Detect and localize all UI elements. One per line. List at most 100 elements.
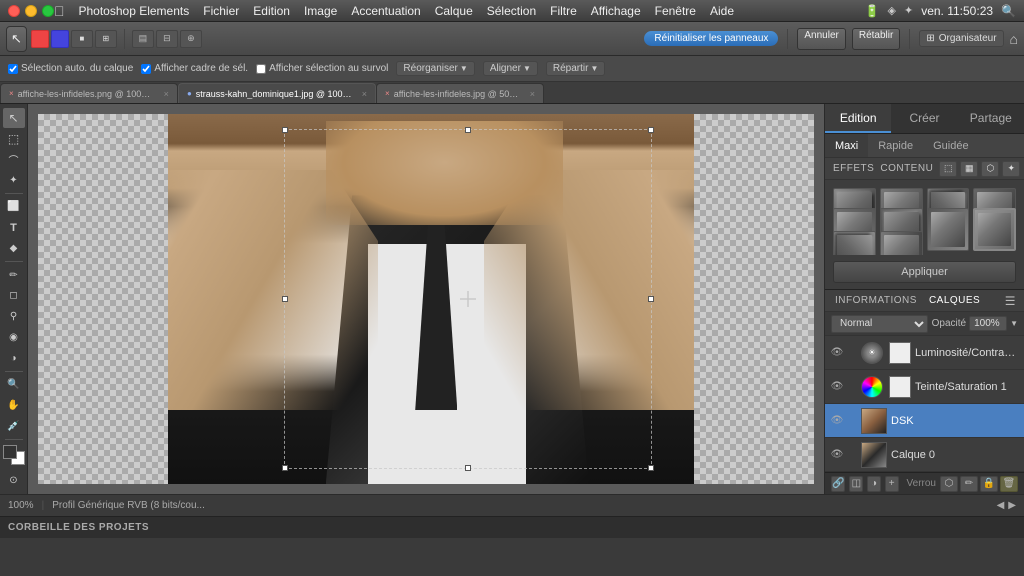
toolbar-color-red[interactable]: [31, 30, 49, 48]
tab-strauss[interactable]: ● strauss-kahn_dominique1.jpg @ 100% (Ca…: [178, 83, 376, 103]
aligner-btn[interactable]: Aligner▼: [483, 61, 538, 76]
filtre-menu[interactable]: Filtre: [550, 4, 577, 18]
lock-image-btn[interactable]: ✏: [960, 476, 978, 492]
close-button[interactable]: [8, 5, 20, 17]
tab-close-3[interactable]: ×: [530, 89, 535, 99]
link-layers-btn[interactable]: 🔗: [831, 476, 845, 492]
dodge-tool[interactable]: ◑: [3, 348, 25, 368]
afficher-selection-check[interactable]: Afficher sélection au survol: [256, 63, 388, 74]
fenetre-menu[interactable]: Fenêtre: [655, 4, 696, 18]
repartir-btn[interactable]: Répartir▼: [546, 61, 606, 76]
clone-tool[interactable]: ⚲: [3, 307, 25, 327]
lasso-tool[interactable]: ⌒: [3, 150, 25, 170]
image-menu[interactable]: Image: [304, 4, 337, 18]
minimize-button[interactable]: [25, 5, 37, 17]
annuler-btn[interactable]: Annuler: [797, 28, 845, 50]
accentuation-menu[interactable]: Accentuation: [351, 4, 420, 18]
zoom-tool[interactable]: 🔍: [3, 375, 25, 395]
tab-close-1[interactable]: ×: [164, 89, 169, 99]
status-scroll-right[interactable]: ▶: [1008, 500, 1016, 511]
edition-menu[interactable]: Edition: [253, 4, 290, 18]
blur-tool[interactable]: ◉: [3, 328, 25, 348]
marquee-tool[interactable]: ⬚: [3, 129, 25, 149]
affichage-menu[interactable]: Affichage: [591, 4, 641, 18]
lock-all-btn[interactable]: 🔒: [980, 476, 998, 492]
hand-tool[interactable]: ✋: [3, 396, 25, 416]
select-tool[interactable]: ↖: [3, 108, 25, 128]
magic-wand-tool[interactable]: ✦: [3, 170, 25, 190]
status-scroll-left[interactable]: ◀: [997, 500, 1005, 511]
fichier-menu[interactable]: Fichier: [203, 4, 239, 18]
subtab-rapide[interactable]: Rapide: [868, 134, 923, 157]
canvas-area[interactable]: [28, 104, 824, 494]
effects-icon-1[interactable]: ⬚: [939, 161, 957, 177]
layer-vis-4[interactable]: 👁: [831, 449, 843, 461]
organisateur-btn[interactable]: ⊞ Organisateur: [919, 30, 1003, 47]
tab-affiche-1[interactable]: × affiche-les-infideles.png @ 100% (DSK,…: [0, 83, 178, 103]
effects-icon-4[interactable]: ✦: [1002, 161, 1020, 177]
subtab-maxi[interactable]: Maxi: [825, 134, 868, 157]
color-swatches[interactable]: [3, 445, 25, 465]
informations-tab[interactable]: INFORMATIONS: [833, 295, 919, 306]
selection-auto-checkbox[interactable]: [8, 64, 18, 74]
biseau-8[interactable]: [973, 208, 1016, 251]
effects-icon-3[interactable]: ⬡: [981, 161, 999, 177]
calques-tab[interactable]: CALQUES: [927, 295, 982, 306]
quick-mask-tool[interactable]: ⊙: [3, 470, 25, 490]
maximize-button[interactable]: [42, 5, 54, 17]
appliquer-btn[interactable]: Appliquer: [833, 261, 1016, 283]
layer-vis-3[interactable]: 👁: [831, 415, 843, 427]
tab-partage[interactable]: Partage: [958, 104, 1024, 133]
calque-menu[interactable]: Calque: [435, 4, 473, 18]
home-icon[interactable]: ⌂: [1010, 31, 1018, 47]
layer-teinte[interactable]: 👁 Teinte/Saturation 1: [825, 370, 1024, 404]
layers-menu-icon[interactable]: ☰: [1005, 294, 1016, 308]
layer-calque0[interactable]: 👁 Calque 0: [825, 438, 1024, 472]
delete-layer-btn[interactable]: 🗑: [1000, 476, 1018, 492]
canvas-image[interactable]: [168, 114, 694, 484]
type-tool[interactable]: T: [3, 218, 25, 238]
layer-vis-1[interactable]: 👁: [831, 347, 843, 359]
retablir-btn[interactable]: Rétablir: [852, 28, 900, 50]
selection-menu[interactable]: Sélection: [487, 4, 536, 18]
toolbar-btn-b[interactable]: ⊟: [156, 30, 178, 48]
layer-dsk[interactable]: 👁 DSK: [825, 404, 1024, 438]
biseau-10[interactable]: [880, 231, 923, 255]
foreground-color[interactable]: [3, 445, 17, 459]
toolbar-btn-a[interactable]: ▤: [132, 30, 154, 48]
subtab-guidee[interactable]: Guidée: [923, 134, 978, 157]
tab-edition[interactable]: Edition: [825, 104, 891, 133]
new-group-btn[interactable]: ◫: [849, 476, 863, 492]
app-menu-item[interactable]: Photoshop Elements: [79, 4, 190, 18]
toolbar-color-blue[interactable]: [51, 30, 69, 48]
reinitialiser-panneaux-btn[interactable]: Réinitialiser les panneaux: [644, 31, 778, 46]
toolbar-option1[interactable]: ■: [71, 30, 93, 48]
shape-tool[interactable]: ◆: [3, 239, 25, 259]
toolbar-move-tool[interactable]: ↖: [6, 26, 27, 52]
tab-affiche-2[interactable]: × affiche-les-infideles.jpg @ 50% (RVB/8…: [376, 83, 544, 103]
layer-luminosite[interactable]: 👁 ☀ Luminosité/Contraste 1: [825, 336, 1024, 370]
tab-creer[interactable]: Créer: [891, 104, 957, 133]
selection-auto-check[interactable]: Sélection auto. du calque: [8, 63, 133, 74]
effects-icon-2[interactable]: ▦: [960, 161, 978, 177]
toolbar-btn-c[interactable]: ⊕: [180, 30, 202, 48]
crop-tool[interactable]: ⬜: [3, 197, 25, 217]
biseau-7[interactable]: [927, 208, 970, 251]
new-layer-btn[interactable]: +: [885, 476, 899, 492]
blend-mode-select[interactable]: Normal: [831, 315, 928, 333]
layer-vis-2[interactable]: 👁: [831, 381, 843, 393]
tab-close-2[interactable]: ×: [362, 89, 367, 99]
reorganiser-btn[interactable]: Réorganiser▼: [396, 61, 474, 76]
eyedrop-tool[interactable]: 💉: [3, 417, 25, 437]
afficher-selection-checkbox[interactable]: [256, 64, 266, 74]
lock-transparent-btn[interactable]: ⬡: [940, 476, 958, 492]
afficher-cadre-checkbox[interactable]: [141, 64, 151, 74]
biseau-9[interactable]: [833, 231, 876, 255]
opacity-arrow[interactable]: ▼: [1010, 319, 1018, 328]
search-icon[interactable]: 🔍: [1001, 4, 1016, 18]
opacity-value[interactable]: 100%: [969, 316, 1007, 331]
aide-menu[interactable]: Aide: [710, 4, 734, 18]
afficher-cadre-check[interactable]: Afficher cadre de sél.: [141, 63, 248, 74]
add-adjustment-btn[interactable]: ◑: [867, 476, 881, 492]
toolbar-option2[interactable]: ⊞: [95, 30, 117, 48]
